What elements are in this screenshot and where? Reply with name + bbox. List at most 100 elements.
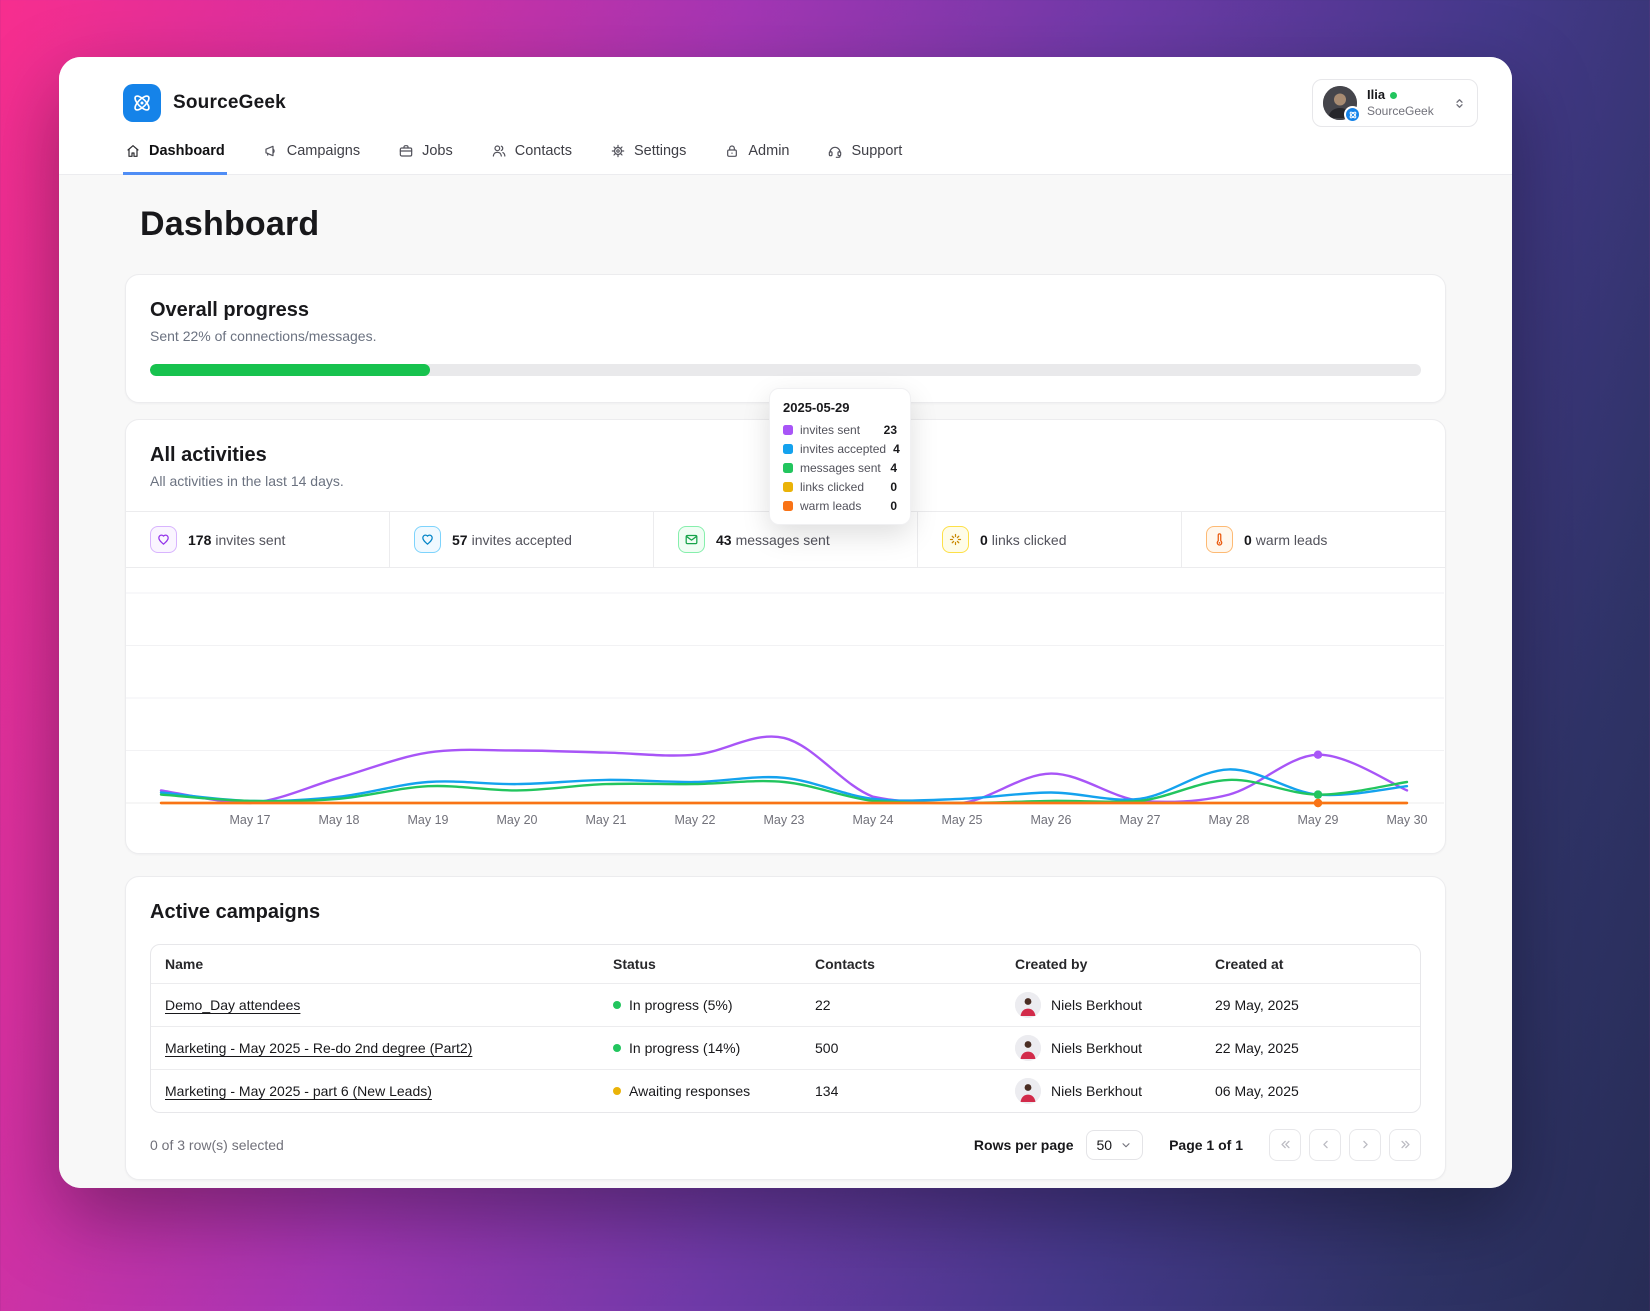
online-status-dot	[1390, 92, 1398, 99]
legend-chip-invites-accepted	[783, 444, 793, 454]
overall-progress-title: Overall progress	[150, 299, 309, 321]
click-burst-icon	[942, 526, 969, 553]
col-header-created-by: Created by	[1001, 945, 1201, 984]
briefcase-icon	[399, 145, 413, 157]
stat-warm-leads: 0 warm leads	[1182, 512, 1445, 567]
nav-tab-jobs[interactable]: Jobs	[396, 143, 455, 175]
svg-text:May 30: May 30	[1387, 813, 1428, 827]
last-page-button[interactable]	[1389, 1128, 1421, 1161]
app-window: SourceGeek Ilia SourceGeek Dashboard Cam…	[59, 57, 1512, 1188]
campaign-link[interactable]: Marketing - May 2025 - Re-do 2nd degree …	[165, 1040, 472, 1056]
main-content: Dashboard Overall progress Sent 22% of c…	[59, 175, 1512, 1188]
campaign-link[interactable]: Demo_Day attendees	[165, 997, 300, 1013]
svg-text:May 25: May 25	[942, 813, 983, 827]
svg-text:May 23: May 23	[764, 813, 805, 827]
created-at: 06 May, 2025	[1215, 1082, 1299, 1099]
selected-rows-count: 0 of 3 row(s) selected	[150, 1136, 284, 1153]
svg-text:May 29: May 29	[1298, 813, 1339, 827]
table-row[interactable]: Demo_Day attendees In progress (5%) 22 N…	[151, 983, 1420, 1027]
first-page-button[interactable]	[1269, 1128, 1301, 1161]
table-footer: 0 of 3 row(s) selected Rows per page 50 …	[150, 1128, 1421, 1161]
nav-tab-contacts[interactable]: Contacts	[489, 143, 574, 175]
invite-heart-icon	[150, 526, 177, 553]
campaign-link[interactable]: Marketing - May 2025 - part 6 (New Leads…	[165, 1083, 432, 1099]
stat-invites-accepted: 57 invites accepted	[390, 512, 654, 567]
svg-text:May 24: May 24	[853, 813, 894, 827]
chevrons-left-icon	[1280, 1140, 1290, 1149]
next-page-button[interactable]	[1349, 1128, 1381, 1161]
users-icon	[492, 145, 506, 157]
svg-text:May 20: May 20	[497, 813, 538, 827]
app-name: SourceGeek	[173, 92, 286, 113]
sourcegeek-logo-icon	[123, 84, 161, 122]
home-icon	[127, 145, 139, 157]
svg-text:May 18: May 18	[319, 813, 360, 827]
table-row[interactable]: Marketing - May 2025 - Re-do 2nd degree …	[151, 1026, 1420, 1070]
progress-bar-track	[150, 364, 1421, 376]
activities-chart-svg: May 17 May 18 May 19 May 20 May 21 May 22 May …	[126, 592, 1444, 827]
table-header-row: Name Status Contacts Created by Created …	[151, 945, 1420, 984]
status-dot	[613, 1043, 621, 1052]
legend-chip-links-clicked	[783, 482, 793, 492]
legend-chip-messages-sent	[783, 463, 793, 473]
svg-text:May 17: May 17	[230, 813, 271, 827]
rows-per-page-select[interactable]: 50	[1085, 1129, 1144, 1160]
created-at: 29 May, 2025	[1201, 983, 1420, 1027]
creator-name: Niels Berkhout	[1051, 996, 1143, 1013]
activities-chart[interactable]: May 17 May 18 May 19 May 20 May 21 May 22 May …	[126, 388, 1445, 839]
creator-avatar	[1015, 1034, 1041, 1061]
svg-text:May 28: May 28	[1209, 813, 1250, 827]
envelope-icon	[678, 526, 705, 553]
creator-name: Niels Berkhout	[1051, 1082, 1143, 1099]
legend-chip-invites-sent	[783, 425, 793, 435]
tooltip-date: 2025-05-29	[783, 400, 850, 415]
contacts-count: 134	[815, 1082, 839, 1099]
campaigns-title: Active campaigns	[150, 901, 321, 923]
col-header-created-at: Created at	[1201, 945, 1420, 984]
stat-invites-sent: 178 invites sent	[126, 512, 390, 567]
header: SourceGeek Ilia SourceGeek Dashboard Cam…	[59, 57, 1512, 175]
nav-tab-dashboard[interactable]: Dashboard	[123, 143, 227, 175]
campaigns-table: Name Status Contacts Created by Created …	[150, 944, 1421, 1113]
svg-text:May 19: May 19	[408, 813, 449, 827]
creator-avatar	[1015, 1077, 1041, 1104]
active-campaigns-card: Active campaigns Name Status Contacts Cr…	[125, 876, 1446, 1180]
status-text: Awaiting responses	[629, 1082, 751, 1099]
prev-page-button[interactable]	[1309, 1128, 1341, 1161]
creator-avatar	[1015, 991, 1041, 1018]
page-indicator: Page 1 of 1	[1169, 1136, 1243, 1153]
gear-icon	[611, 144, 625, 158]
account-switcher[interactable]: Ilia SourceGeek	[1312, 79, 1478, 127]
invite-accepted-heart-icon	[414, 526, 441, 553]
nav-tab-support[interactable]: Support	[825, 143, 904, 175]
table-row[interactable]: Marketing - May 2025 - part 6 (New Leads…	[151, 1069, 1420, 1112]
svg-text:May 21: May 21	[586, 813, 627, 827]
created-at: 22 May, 2025	[1201, 1026, 1420, 1070]
creator-name: Niels Berkhout	[1051, 1039, 1143, 1056]
overall-progress-subtitle: Sent 22% of connections/messages.	[150, 328, 377, 344]
status-text: In progress (5%)	[629, 996, 733, 1013]
thermometer-icon	[1206, 526, 1233, 553]
chevron-right-icon	[1362, 1140, 1368, 1149]
overall-progress-card: Overall progress Sent 22% of connections…	[125, 274, 1446, 403]
rows-per-page-label: Rows per page	[973, 1136, 1074, 1153]
svg-text:May 22: May 22	[675, 813, 716, 827]
brand[interactable]: SourceGeek	[123, 84, 286, 122]
legend-chip-warm-leads	[783, 501, 793, 511]
chart-tooltip: 2025-05-29 invites sent 23 invites accept…	[769, 388, 911, 525]
contacts-count: 500	[801, 1026, 1001, 1070]
page-title: Dashboard	[140, 205, 320, 243]
col-header-name: Name	[151, 945, 599, 984]
nav-tab-campaigns[interactable]: Campaigns	[261, 143, 362, 175]
col-header-contacts: Contacts	[801, 945, 1001, 984]
chevrons-right-icon	[1400, 1140, 1410, 1149]
contacts-count: 22	[801, 983, 1001, 1027]
status-dot	[613, 1086, 621, 1095]
status-text: In progress (14%)	[629, 1039, 741, 1056]
chevron-down-icon	[1122, 1142, 1130, 1147]
nav-tab-admin[interactable]: Admin	[722, 143, 791, 175]
sourcegeek-badge-icon	[1344, 106, 1361, 123]
chevron-left-icon	[1322, 1140, 1328, 1149]
user-org: SourceGeek	[1367, 103, 1434, 118]
nav-tab-settings[interactable]: Settings	[608, 143, 688, 175]
